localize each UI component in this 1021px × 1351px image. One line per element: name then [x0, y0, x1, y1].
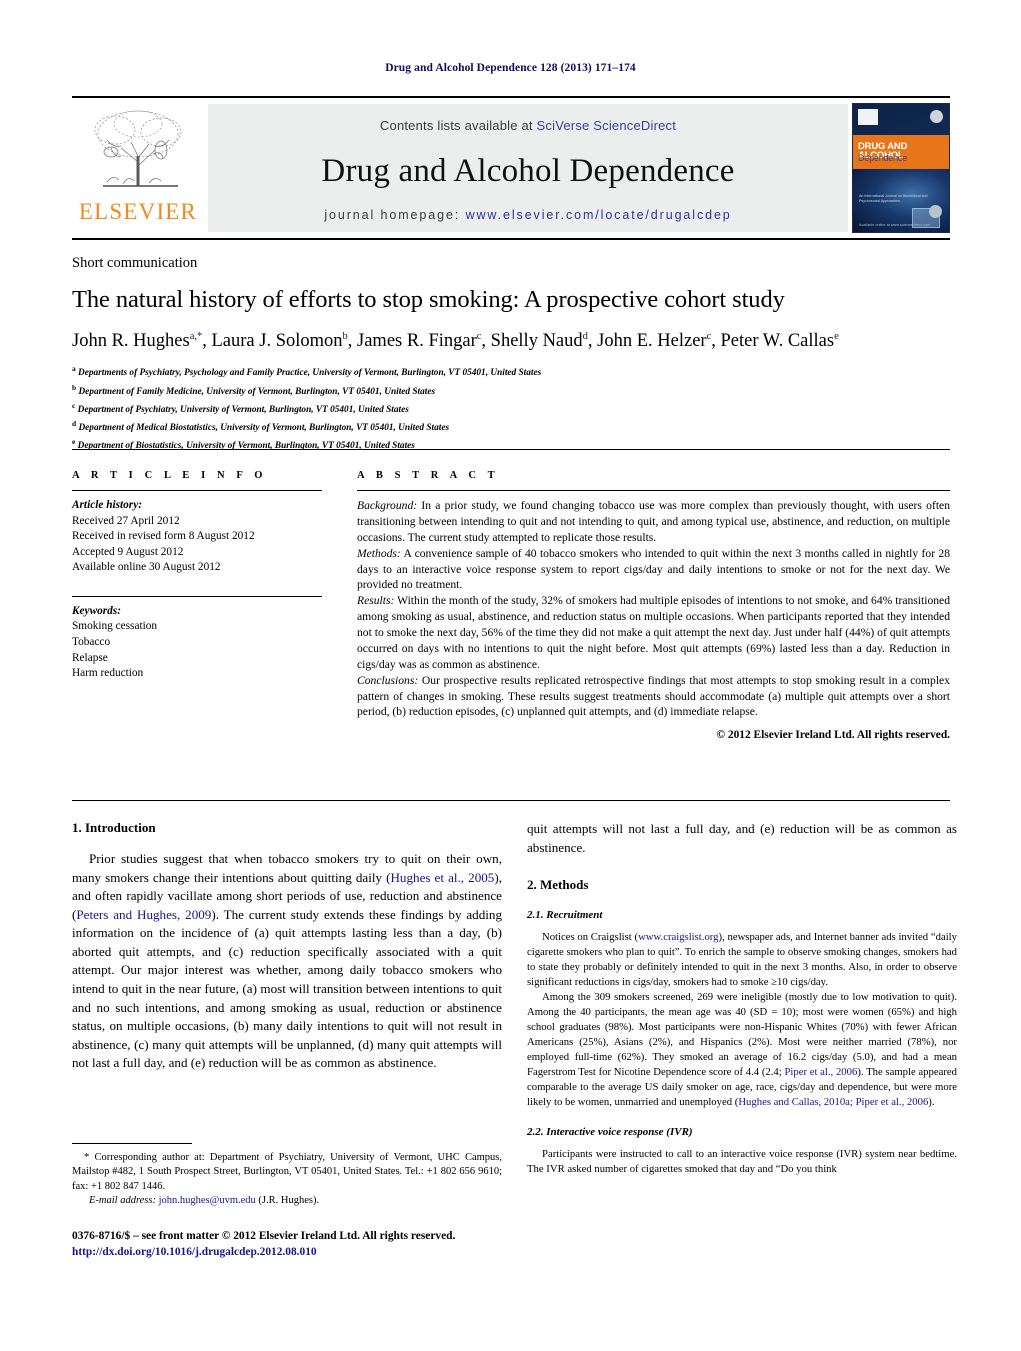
abstract-background-label: Background:: [357, 499, 418, 512]
homepage-prefix: journal homepage:: [324, 208, 461, 222]
history-item: Received 27 April 2012: [72, 514, 180, 527]
craigslist-link[interactable]: www.craigslist.org: [638, 931, 718, 943]
running-head: Drug and Alcohol Dependence 128 (2013) 1…: [385, 62, 636, 74]
cover-seal-icon: [929, 205, 942, 218]
recruit-text-a: Notices on Craigslist (: [542, 931, 639, 944]
author-email-link[interactable]: john.hughes@uvm.edu: [159, 1195, 256, 1206]
body-column-left: 1. Introduction Prior studies suggest th…: [72, 820, 502, 1073]
masthead-center: Contents lists available at SciVerse Sci…: [208, 104, 848, 232]
email-suffix: (J.R. Hughes).: [255, 1195, 320, 1207]
citation-piper-2006[interactable]: Piper et al., 2006: [784, 1066, 857, 1078]
abstract-conclusions-label: Conclusions:: [357, 673, 419, 687]
affiliation-item: d Department of Medical Biostatistics, U…: [72, 418, 450, 433]
divider-under-abstract: [72, 800, 950, 801]
article-info-heading: A R T I C L E I N F O: [72, 470, 268, 481]
email-label: E-mail address:: [89, 1195, 156, 1207]
subsection-heading-ivr: 2.2. Interactive voice response (IVR): [527, 1125, 693, 1138]
journal-homepage-link[interactable]: www.elsevier.com/locate/drugalcdep: [466, 208, 732, 222]
keyword-item: Harm reduction: [72, 667, 144, 680]
keywords-label: Keywords:: [72, 604, 121, 617]
journal-homepage-line: journal homepage: www.elsevier.com/locat…: [324, 208, 731, 222]
keywords-block: Keywords: Smoking cessation Tobacco Rela…: [72, 604, 322, 682]
affiliation-list: a Departments of Psychiatry, Psychology …: [72, 363, 950, 454]
page-title: The natural history of efforts to stop s…: [72, 286, 785, 313]
article-info-panel: A R T I C L E I N F O Article history: R…: [72, 470, 322, 682]
contents-available-line: Contents lists available at SciVerse Sci…: [380, 118, 676, 133]
ivr-paragraph: Participants were instructed to call to …: [527, 1147, 957, 1175]
abstract-panel: A B S T R A C T Background: In a prior s…: [357, 470, 950, 741]
abstract-background-text: In a prior study, we found changing toba…: [357, 499, 950, 544]
abstract-results-text: Within the month of the study, 32% of sm…: [357, 594, 950, 671]
article-page: Drug and Alcohol Dependence 128 (2013) 1…: [0, 0, 1021, 1351]
introduction-paragraph: Prior studies suggest that when tobacco …: [72, 850, 502, 1073]
cover-title-line2: Dependence: [858, 152, 908, 163]
abstract-conclusions-text: Our prospective results replicated retro…: [357, 673, 950, 719]
section-heading-introduction: 1. Introduction: [72, 820, 156, 835]
body-column-right: quit attempts will not last a full day, …: [527, 820, 957, 1177]
affiliation-label: a: [72, 364, 76, 374]
affiliation-item: e Department of Biostatistics, Universit…: [72, 436, 415, 452]
abstract-methods-text: A convenience sample of 40 tobacco smoke…: [357, 546, 950, 592]
corresponding-author-note: * Corresponding author at: Department of…: [72, 1152, 502, 1192]
journal-cover-thumbnail: DRUG AND ALCOHOL Dependence An Internati…: [852, 103, 950, 233]
elsevier-logo: ELSEVIER: [72, 98, 204, 238]
cover-elsevier-mark-icon: [858, 109, 878, 125]
history-item: Available online 30 August 2012: [72, 561, 221, 574]
doi-link[interactable]: http://dx.doi.org/10.1016/j.drugalcdep.2…: [72, 1246, 317, 1258]
imprint-block: 0376-8716/$ – see front matter © 2012 El…: [72, 1228, 592, 1260]
abstract-text: Background: In a prior study, we found c…: [357, 498, 950, 720]
recruitment-paragraph-1: Notices on Craigslist (www.craigslist.or…: [527, 930, 957, 990]
abstract-results-label: Results:: [357, 594, 395, 608]
cover-title-band: DRUG AND ALCOHOL Dependence: [853, 134, 949, 170]
history-item: Accepted 9 August 2012: [72, 545, 184, 558]
article-type: Short communication: [72, 255, 198, 271]
email-note: E-mail address: john.hughes@uvm.edu (J.R…: [72, 1194, 502, 1208]
elsevier-wordmark: ELSEVIER: [78, 199, 198, 224]
cover-badge-icon: [930, 110, 943, 123]
divider-abstract: [357, 490, 950, 491]
affiliation-item: c Department of Psychiatry, University o…: [72, 400, 409, 415]
footnote-block: * Corresponding author at: Department of…: [72, 1151, 502, 1209]
abstract-methods-label: Methods:: [357, 546, 401, 560]
cover-footer: Available online at www.sciencedirect.co…: [859, 223, 931, 227]
citation-hughes-callas-2010a[interactable]: Hughes and Callas, 2010a; Piper et al., …: [738, 1096, 928, 1108]
affiliation-item: b Department of Family Medicine, Univers…: [72, 382, 436, 397]
subsection-heading-recruitment: 2.1. Recruitment: [527, 909, 603, 922]
divider-article-info: [72, 490, 322, 491]
journal-masthead: ELSEVIER Contents lists available at Sci…: [72, 96, 950, 240]
journal-title: Drug and Alcohol Dependence: [321, 153, 735, 189]
article-history-block: Article history: Received 27 April 2012 …: [72, 498, 322, 576]
contents-prefix: Contents lists available at: [379, 118, 537, 133]
abstract-copyright: © 2012 Elsevier Ireland Ltd. All rights …: [716, 729, 950, 742]
divider-keywords: [72, 595, 322, 597]
author-list: John R. Hughesa,*, Laura J. Solomonb, Ja…: [72, 331, 839, 352]
article-head: Short communication The natural history …: [72, 255, 950, 454]
affiliation-item: a Departments of Psychiatry, Psychology …: [72, 364, 542, 379]
intro-text-c: ). The current study extends these findi…: [72, 906, 502, 1071]
keyword-item: Smoking cessation: [72, 620, 158, 633]
sciencedirect-link[interactable]: SciVerse ScienceDirect: [537, 118, 677, 133]
affiliation-label: b: [72, 382, 77, 392]
abstract-heading: A B S T R A C T: [357, 470, 500, 481]
elsevier-tree-icon: [94, 110, 182, 187]
affiliation-label: d: [72, 418, 77, 428]
recruit2-text-c: ).: [928, 1095, 935, 1108]
citation-peters-hughes-2009[interactable]: Peters and Hughes, 2009: [76, 907, 211, 922]
recruitment-paragraph-2: Among the 309 smokers screened, 269 were…: [527, 990, 957, 1110]
history-item: Received in revised form 8 August 2012: [72, 530, 255, 543]
issn-line: 0376-8716/$ – see front matter © 2012 El…: [72, 1230, 456, 1242]
recruit2-text-a: Among the 309 smokers screened, 269 were…: [527, 991, 957, 1079]
keyword-item: Relapse: [72, 651, 108, 664]
affiliation-label: c: [72, 400, 76, 410]
divider-footnote: [72, 1143, 192, 1144]
citation-hughes-2005[interactable]: Hughes et al., 2005: [390, 870, 494, 885]
section-heading-methods: 2. Methods: [527, 877, 589, 893]
affiliation-label: e: [72, 436, 76, 446]
keyword-item: Tobacco: [72, 636, 111, 649]
cover-caption: An International Journal on Biomedical a…: [859, 193, 928, 203]
divider-under-affiliations: [72, 449, 950, 450]
introduction-continued: quit attempts will not last a full day, …: [527, 821, 957, 855]
article-history-label: Article history:: [72, 499, 142, 511]
